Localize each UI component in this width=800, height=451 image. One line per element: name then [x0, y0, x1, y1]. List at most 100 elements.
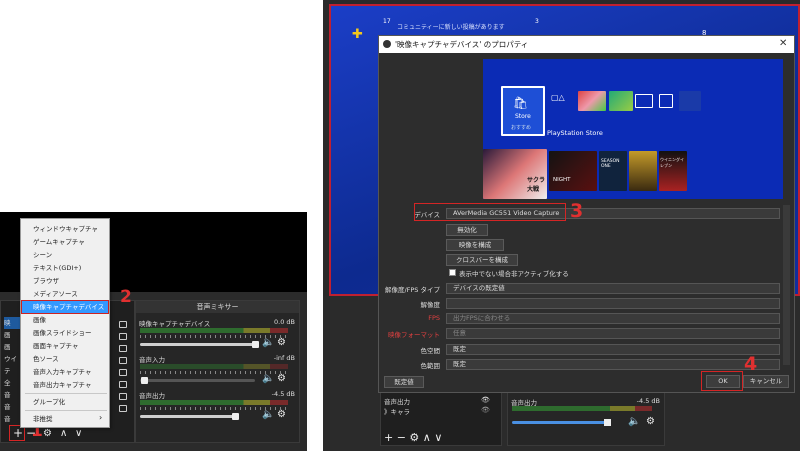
gear-icon[interactable]: ⚙ — [646, 416, 655, 427]
lock-icon[interactable] — [119, 381, 127, 388]
gear-icon[interactable]: ⚙ — [277, 374, 286, 384]
dialog-title: '映像キャプチャデバイス' のプロパティ — [379, 36, 794, 53]
library-icon — [659, 94, 673, 108]
move-up-icon[interactable]: ∧ — [60, 429, 67, 439]
lock-icon[interactable] — [119, 321, 127, 328]
mixer-channel-name: 映像キャプチャデバイス — [139, 320, 211, 328]
mixer-channel-name: 音声入力 — [139, 356, 165, 364]
volume-slider[interactable] — [140, 343, 255, 346]
menu-item[interactable]: メディアソース — [22, 288, 108, 300]
submenu-arrow-icon: › — [99, 413, 103, 422]
resolution-select[interactable] — [446, 298, 780, 309]
volume-slider-knob[interactable] — [252, 341, 259, 348]
configure-crossbar-button[interactable]: クロスバーを構成 — [446, 254, 518, 266]
defaults-button[interactable]: 既定値 — [384, 376, 424, 388]
menu-item[interactable]: 画像 — [22, 314, 108, 326]
eye-icon[interactable]: 👁 — [481, 396, 490, 404]
annotation-box-ok — [701, 371, 743, 391]
add-source-context-menu: ウィンドウキャプチャ ゲームキャプチャ シーン テキスト(GDI+) ブラウザ … — [20, 218, 110, 428]
gear-icon[interactable]: ⚙ — [277, 410, 286, 420]
menu-item-deprecated[interactable]: 非推奨 — [22, 413, 108, 425]
fps-label: FPS — [428, 314, 440, 322]
volume-slider[interactable] — [512, 421, 607, 424]
volume-slider[interactable] — [140, 379, 255, 382]
volume-meter — [140, 328, 288, 333]
mixer-channel-db: -4.5 dB — [271, 390, 295, 398]
menu-item[interactable]: 色ソース — [22, 353, 108, 365]
menu-item[interactable]: 画面キャプチャ — [22, 340, 108, 352]
volume-meter — [140, 364, 288, 369]
resolution-fps-type-select[interactable]: デバイスの既定値 — [446, 283, 780, 294]
game-title: サクラ大戦 — [527, 177, 546, 193]
volume-slider-knob[interactable] — [232, 413, 239, 420]
menu-item[interactable]: 画像スライドショー — [22, 327, 108, 339]
store-caption: PlayStation Store — [547, 129, 603, 137]
speaker-icon[interactable]: 🔈 — [628, 416, 640, 427]
winning-eleven-tile: ウイニングイレブン — [659, 151, 687, 191]
menu-item[interactable]: ゲームキャプチャ — [22, 236, 108, 248]
menu-item[interactable]: ブラウザ — [22, 275, 108, 287]
store-bag-icon: 🛍 — [513, 96, 529, 110]
volume-slider[interactable] — [140, 415, 235, 418]
night-tile: NIGHT — [549, 151, 597, 191]
audio-mixer-dock: 音声ミキサー 映像キャプチャデバイス 0.0 dB 🔈 ⚙ 音声入力 -inf … — [135, 300, 300, 443]
tv-icon — [635, 94, 653, 108]
menu-item[interactable]: 音声出力キャプチャ — [22, 379, 108, 391]
annotation-box-device — [414, 203, 566, 221]
mixer-title: 音声ミキサー — [136, 301, 299, 313]
lock-icon[interactable] — [119, 405, 127, 412]
close-icon[interactable]: ✕ — [779, 38, 787, 49]
lock-icon[interactable] — [119, 369, 127, 376]
menu-item[interactable]: シーン — [22, 249, 108, 261]
resolution-fps-type-label: 解像度/FPS タイプ — [384, 286, 440, 294]
capture-preview: 🛍 Store おすすめ PlayStation Store ▢△ サクラ大戦 … — [483, 59, 783, 199]
menu-item[interactable]: テキスト(GDI+) — [22, 262, 108, 274]
move-down-icon[interactable]: ∨ — [75, 429, 82, 439]
lock-icon[interactable] — [119, 393, 127, 400]
cancel-button[interactable]: キャンセル — [743, 375, 789, 388]
color-range-select[interactable]: 既定 — [446, 359, 780, 370]
volume-slider-knob[interactable] — [604, 419, 611, 426]
resolution-label: 解像度 — [420, 301, 441, 309]
add-source-icon[interactable]: + − ⚙ ∧ ∨ — [384, 431, 442, 444]
select-value: 任意 — [453, 329, 466, 337]
source-item[interactable]: 音声出力 — [384, 396, 410, 406]
menu-item[interactable]: ウィンドウキャプチャ — [22, 223, 108, 235]
notification-count: 17 — [383, 18, 391, 25]
tile-label: ウイニングイレブン — [660, 157, 684, 168]
season-one-tile: SEASON ONE — [599, 151, 627, 191]
obs-logo-icon — [383, 40, 391, 48]
gear-icon[interactable]: ⚙ — [43, 429, 52, 439]
deactivate-button[interactable]: 無効化 — [446, 224, 488, 236]
properties-scrollbar[interactable] — [783, 205, 790, 365]
speaker-icon[interactable]: 🔈 — [262, 374, 274, 384]
speaker-icon[interactable]: 🔈 — [262, 338, 274, 348]
lock-icon[interactable] — [119, 345, 127, 352]
video-format-label: 映像フォーマット — [388, 331, 440, 339]
menu-item[interactable]: グループ化 — [22, 396, 108, 408]
gear-icon[interactable]: ⚙ — [277, 338, 286, 348]
playstation-icon — [679, 91, 701, 111]
volume-meter — [140, 400, 288, 405]
video-format-select[interactable]: 任意 — [446, 328, 780, 339]
menu-item-video-capture-device[interactable]: 映像キャプチャデバイス — [21, 300, 109, 314]
eye-hidden-icon[interactable]: 👁 — [481, 406, 490, 414]
configure-video-button[interactable]: 映像を構成 — [446, 239, 504, 251]
fps-select[interactable]: 出力FPSに合わせる — [446, 313, 780, 324]
source-item[interactable]: 》キャラ — [384, 406, 410, 416]
lock-icon[interactable] — [119, 333, 127, 340]
deactivate-when-hidden-checkbox[interactable] — [449, 269, 456, 276]
annotation-step-4: 4 — [744, 353, 758, 375]
menu-item[interactable]: 音声入力キャプチャ — [22, 366, 108, 378]
friends-count: 3 — [535, 18, 539, 25]
speaker-icon[interactable]: 🔈 — [262, 410, 274, 420]
right-mixer-dock: 音声出力 -4.5 dB 🔈 ⚙ — [507, 392, 665, 446]
color-space-select[interactable]: 既定 — [446, 344, 780, 355]
annotation-step-2: 2 — [120, 287, 132, 307]
select-value: 既定 — [453, 360, 466, 368]
checkbox-label: 表示中でない場合非アクティブ化する — [459, 270, 569, 278]
volume-slider-knob[interactable] — [141, 377, 148, 384]
ps-plus-icon: ✚ — [352, 27, 363, 42]
lock-icon[interactable] — [119, 357, 127, 364]
color-range-label: 色範囲 — [420, 362, 441, 370]
